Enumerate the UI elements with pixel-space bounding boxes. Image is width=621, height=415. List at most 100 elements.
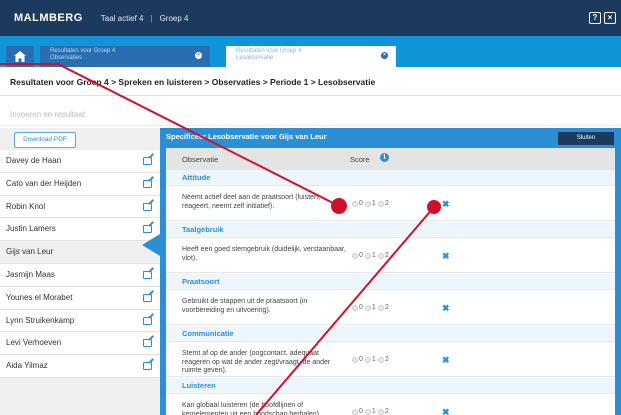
clear-score-icon[interactable]: ✖ bbox=[442, 199, 450, 210]
score-radio-group: 0 1 2 bbox=[352, 252, 391, 259]
student-item[interactable]: Lynn Struikenkamp bbox=[0, 309, 160, 333]
student-item[interactable]: Davey de Haan bbox=[0, 150, 160, 173]
course-name: Taal actief 4 bbox=[100, 13, 144, 23]
observation-text: Neemt actief deel aan de praatsoort (lui… bbox=[182, 194, 321, 210]
observation-row: Neemt actief deel aan de praatsoort (lui… bbox=[166, 187, 615, 221]
edit-icon[interactable] bbox=[143, 339, 152, 348]
observation-text: Stemt af op de ander (oogcontact, adequa… bbox=[182, 350, 331, 374]
score-label: 1 bbox=[371, 252, 376, 259]
student-name: Justin Lamers bbox=[6, 224, 56, 234]
edit-icon[interactable] bbox=[143, 157, 152, 165]
category-header: Taalgebruik bbox=[166, 222, 615, 238]
clear-score-icon[interactable]: ✖ bbox=[442, 303, 450, 314]
tab-subtitle: Observaties bbox=[50, 55, 83, 61]
score-radio[interactable] bbox=[377, 356, 384, 363]
student-name: Levi Verhoeven bbox=[6, 338, 62, 348]
edit-icon[interactable] bbox=[143, 202, 152, 211]
score-radio[interactable] bbox=[352, 304, 358, 311]
tab-lesobservatie[interactable]: Resultaten voor Groep 4 Lesobservatie × bbox=[226, 46, 396, 67]
observation-table: Observatie Score i Attitude Neemt actief … bbox=[166, 148, 615, 415]
observation-text: Gebruikt de stappen uit de praatsoort (i… bbox=[182, 298, 308, 314]
score-radio-group: 0 1 2 bbox=[352, 356, 391, 363]
clear-score-icon[interactable]: ✖ bbox=[442, 407, 450, 415]
home-icon bbox=[14, 51, 26, 62]
clear-score-icon[interactable]: ✖ bbox=[442, 355, 450, 366]
observation-panel: Specificeer Lesobservatie voor Gijs van … bbox=[160, 128, 621, 415]
student-sidebar: Download PDF Davey de Haan Cato van der H… bbox=[0, 128, 160, 415]
score-radio[interactable] bbox=[364, 252, 371, 259]
student-item[interactable]: Gijs van Leur bbox=[0, 241, 160, 264]
edit-icon[interactable] bbox=[143, 362, 152, 371]
observation-row: Gebruikt de stappen uit de praatsoort (i… bbox=[166, 291, 615, 325]
table-header: Observatie Score i bbox=[166, 148, 615, 170]
score-label: 0 bbox=[359, 356, 363, 363]
score-radio-group: 0 1 2 bbox=[352, 408, 391, 415]
tab-close-icon[interactable]: × bbox=[195, 52, 202, 59]
score-label: 0 bbox=[359, 408, 363, 415]
score-radio[interactable] bbox=[364, 408, 371, 415]
tab-title: Resultaten voor Groep 4 bbox=[50, 48, 116, 54]
score-radio[interactable] bbox=[364, 200, 371, 207]
student-item[interactable]: Justin Lamers bbox=[0, 218, 160, 242]
download-pdf-button[interactable]: Download PDF bbox=[14, 132, 76, 148]
edit-icon[interactable] bbox=[143, 293, 152, 302]
score-radio[interactable] bbox=[377, 408, 384, 415]
score-label: 2 bbox=[384, 304, 389, 311]
edit-icon[interactable] bbox=[143, 179, 152, 188]
category-header: Luisteren bbox=[166, 378, 615, 394]
category-header: Attitude bbox=[166, 170, 615, 186]
category-header: Praatsoort bbox=[166, 274, 615, 290]
observation-text: Heeft een goed stemgebruik (duidelijk, v… bbox=[182, 246, 346, 262]
score-radio[interactable] bbox=[352, 408, 358, 415]
divider bbox=[0, 95, 621, 96]
score-label: 0 bbox=[359, 200, 363, 207]
help-button[interactable]: ? bbox=[589, 12, 601, 24]
logo: MALMBERG bbox=[14, 12, 83, 24]
score-radio[interactable] bbox=[352, 252, 358, 259]
score-radio-group: 0 1 2 bbox=[352, 304, 391, 311]
tab-close-icon[interactable]: × bbox=[381, 52, 388, 59]
student-list: Davey de Haan Cato van der Heijden Robin K… bbox=[0, 150, 160, 378]
score-radio[interactable] bbox=[377, 200, 384, 207]
edit-icon[interactable] bbox=[143, 316, 152, 325]
col-observatie: Observatie bbox=[182, 155, 219, 164]
top-bar: MALMBERG Taal actief 4 | Groep 4 ? × bbox=[0, 0, 621, 36]
student-item[interactable]: Cato van der Heijden bbox=[0, 172, 160, 196]
student-name: Robin Knol bbox=[6, 201, 46, 211]
student-item[interactable]: Jasmijn Maas bbox=[0, 263, 160, 287]
tab-bar: Resultaten voor Groep 4 Observaties × Re… bbox=[0, 36, 621, 67]
score-radio[interactable] bbox=[377, 252, 384, 259]
tab-title: Resultaten voor Groep 4 bbox=[236, 48, 302, 54]
info-icon[interactable]: i bbox=[380, 153, 389, 162]
edit-icon[interactable] bbox=[143, 270, 152, 279]
score-label: 1 bbox=[371, 200, 376, 207]
header-separator: | bbox=[150, 13, 153, 23]
student-item[interactable]: Robin Knol bbox=[0, 195, 160, 219]
student-name: Gijs van Leur bbox=[6, 247, 54, 257]
student-name: Jasmijn Maas bbox=[6, 269, 55, 279]
selected-pointer bbox=[142, 234, 160, 256]
score-radio[interactable] bbox=[352, 356, 358, 363]
category-header: Communicatie bbox=[166, 326, 615, 342]
score-radio[interactable] bbox=[377, 304, 384, 311]
score-radio[interactable] bbox=[364, 304, 371, 311]
breadcrumb: Resultaten voor Groep 4 > Spreken en lui… bbox=[10, 77, 376, 87]
close-app-button[interactable]: × bbox=[604, 12, 616, 24]
score-radio-group: 0 1 2 bbox=[352, 200, 391, 207]
score-label: 2 bbox=[384, 200, 389, 207]
student-item[interactable]: Younes el Morabet bbox=[0, 286, 160, 310]
score-radio[interactable] bbox=[352, 200, 358, 207]
group-name: Groep 4 bbox=[159, 13, 189, 23]
close-panel-button[interactable]: Sluiten bbox=[558, 132, 614, 145]
clear-score-icon[interactable]: ✖ bbox=[442, 251, 450, 262]
score-label: 2 bbox=[384, 356, 389, 363]
student-item[interactable]: Levi Verhoeven bbox=[0, 332, 160, 356]
score-label: 0 bbox=[359, 304, 363, 311]
edit-icon[interactable] bbox=[143, 225, 152, 234]
home-button[interactable] bbox=[6, 46, 34, 67]
student-item[interactable]: Aida Yilmaz bbox=[0, 355, 160, 378]
score-radio[interactable] bbox=[364, 356, 371, 363]
score-label: 1 bbox=[371, 408, 376, 415]
tab-observaties[interactable]: Resultaten voor Groep 4 Observaties × bbox=[40, 46, 210, 67]
window-buttons: ? × bbox=[589, 12, 616, 24]
